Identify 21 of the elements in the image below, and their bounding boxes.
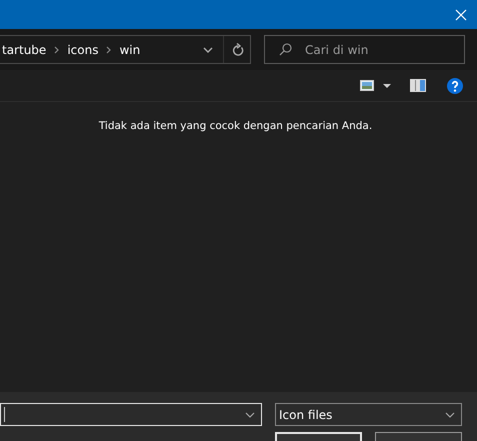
help-icon[interactable] xyxy=(447,78,463,94)
breadcrumb-item[interactable]: icons xyxy=(67,42,98,56)
chevron-icon xyxy=(54,46,60,54)
address-bar[interactable]: tartube icons win xyxy=(0,35,251,64)
file-type-dropdown[interactable]: Icon files xyxy=(275,403,462,426)
breadcrumb-item[interactable]: win xyxy=(119,42,140,56)
file-name-field[interactable] xyxy=(0,403,262,426)
view-options-icon[interactable] xyxy=(360,80,374,91)
empty-message: Tidak ada item yang cocok dengan pencarian Anda. xyxy=(98,120,372,134)
dropdown-icon[interactable] xyxy=(203,46,213,52)
refresh-icon[interactable] xyxy=(232,43,244,56)
search-field[interactable]: Cari di win xyxy=(264,35,465,64)
chevron-down-icon[interactable] xyxy=(445,412,455,418)
text-cursor xyxy=(4,407,5,422)
chevron-icon xyxy=(106,46,112,54)
close-icon[interactable] xyxy=(455,8,467,20)
search-icon xyxy=(279,43,292,56)
caret-icon[interactable] xyxy=(383,84,391,88)
preview-pane-icon[interactable] xyxy=(410,79,426,92)
breadcrumb-item[interactable]: tartube xyxy=(2,42,46,56)
chevron-down-icon[interactable] xyxy=(245,412,255,418)
